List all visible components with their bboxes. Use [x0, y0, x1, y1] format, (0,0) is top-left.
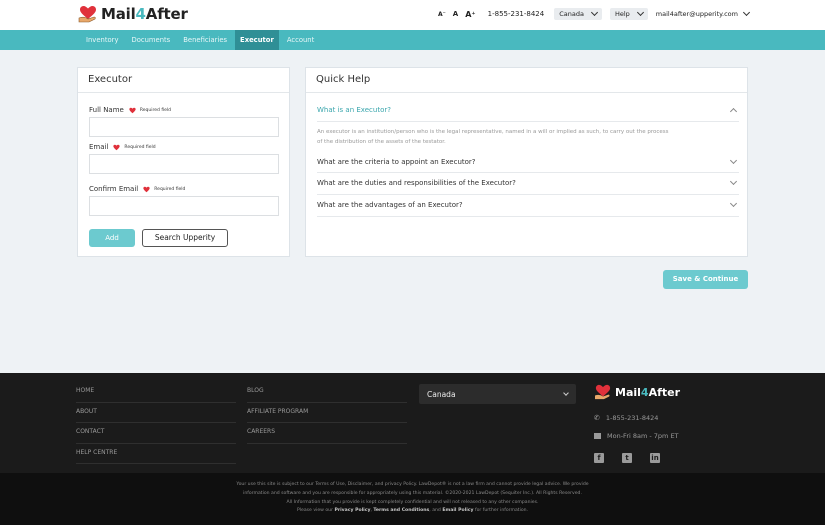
divider — [317, 172, 739, 173]
linkedin-icon[interactable]: in — [650, 453, 660, 463]
footer: HOME ABOUT CONTACT HELP CENTRE BLOG AFFI… — [0, 373, 825, 473]
footer-brand-logo[interactable]: Mail4After — [594, 384, 680, 400]
faq-question: What are the duties and responsibilities… — [317, 179, 516, 187]
email-label: Email Required field — [89, 143, 156, 151]
heart-icon — [113, 144, 121, 150]
top-header: Mail4After A⁻ A A⁺ 1-855-231-8424 Canada… — [0, 0, 825, 30]
faq-item[interactable]: What are the criteria to appoint an Exec… — [317, 156, 739, 166]
footer-link-affiliate[interactable]: AFFILIATE PROGRAM — [247, 403, 407, 423]
confirm-email-field[interactable] — [89, 196, 279, 216]
footer-link-careers[interactable]: CAREERS — [247, 423, 407, 444]
country-select-value: Canada — [559, 10, 584, 18]
divider — [317, 194, 739, 195]
required-field-note: Required field — [139, 107, 172, 113]
footer-link-about[interactable]: ABOUT — [76, 403, 236, 423]
footer-link-blog[interactable]: BLOG — [247, 382, 407, 403]
save-continue-button[interactable]: Save & Continue — [663, 270, 748, 289]
chevron-down-icon — [742, 8, 751, 17]
email-policy-link[interactable]: Email Policy — [442, 508, 473, 513]
font-size-controls: A⁻ A A⁺ — [438, 10, 476, 19]
heart-hand-logo-icon — [595, 384, 611, 400]
required-field-note: Required field — [124, 144, 156, 150]
faq-answer: An executor is an institution/person who… — [317, 129, 669, 145]
footer-country-value: Canada — [427, 389, 456, 399]
footer-link-home[interactable]: HOME — [76, 382, 236, 403]
footer-hours: Mon-Fri 8am - 7pm ET — [594, 432, 679, 440]
search-upperity-button[interactable]: Search Upperity — [142, 229, 228, 247]
footer-brand-name: Mail4After — [615, 385, 681, 399]
faq-question: What are the criteria to appoint an Exec… — [317, 158, 476, 166]
header-phone[interactable]: 1-855-231-8424 — [488, 10, 545, 18]
full-name-label: Full Name Required field — [89, 106, 172, 114]
quick-help-card: Quick Help What is an Executor? An execu… — [305, 67, 748, 257]
twitter-icon[interactable]: t — [622, 453, 632, 463]
nav-item-beneficiaries[interactable]: Beneficiaries — [178, 30, 232, 50]
faq-question: What are the advantages of an Executor? — [317, 201, 463, 209]
executor-card: Executor Full Name Required field Email … — [77, 67, 290, 257]
chevron-up-icon — [729, 107, 738, 115]
add-button[interactable]: Add — [89, 229, 135, 247]
faq-item[interactable]: What is an Executor? — [317, 106, 739, 115]
privacy-policy-link[interactable]: Privacy Policy — [334, 508, 370, 513]
confirm-email-label: Confirm Email Required field — [89, 185, 186, 193]
account-email: mail4after@upperity.com — [655, 10, 738, 18]
chevron-down-icon — [729, 156, 738, 165]
footer-links-col2: BLOG AFFILIATE PROGRAM CAREERS — [247, 382, 407, 444]
account-menu[interactable]: mail4after@upperity.com — [655, 8, 751, 18]
nav-item-executor[interactable]: Executor — [235, 30, 279, 50]
heart-hand-logo-icon — [78, 6, 96, 23]
executor-card-title: Executor — [78, 68, 289, 93]
quick-help-title: Quick Help — [306, 68, 747, 93]
nav-item-documents[interactable]: Documents — [126, 30, 175, 50]
chevron-down-icon — [636, 8, 644, 17]
font-decrease-button[interactable]: A⁻ — [438, 11, 446, 18]
divider — [317, 121, 739, 122]
terms-link[interactable]: Terms and Conditions — [373, 508, 429, 513]
phone-icon: ✆ — [594, 414, 600, 422]
building-icon — [594, 433, 601, 439]
footer-link-help-centre[interactable]: HELP CENTRE — [76, 444, 236, 464]
social-links: f t in — [594, 453, 660, 463]
help-menu-label: Help — [614, 10, 630, 18]
footer-links-col1: HOME ABOUT CONTACT HELP CENTRE — [76, 382, 236, 464]
chevron-down-icon — [729, 199, 738, 208]
country-select[interactable]: Canada — [554, 8, 602, 20]
footer-link-contact[interactable]: CONTACT — [76, 423, 236, 444]
faq-item[interactable]: What are the duties and responsibilities… — [317, 177, 739, 187]
brand-name: Mail4After — [101, 5, 188, 23]
nav-item-account[interactable]: Account — [282, 30, 319, 50]
font-increase-button[interactable]: A⁺ — [465, 10, 475, 19]
footer-country-select[interactable]: Canada — [419, 384, 576, 404]
faq-item[interactable]: What are the advantages of an Executor? — [317, 199, 739, 209]
full-name-field[interactable] — [89, 117, 279, 137]
facebook-icon[interactable]: f — [594, 453, 604, 463]
legal-notice: Your use this site is subject to our Ter… — [0, 473, 825, 525]
chevron-down-icon — [590, 8, 598, 17]
required-field-note: Required field — [154, 186, 186, 192]
heart-icon — [143, 186, 150, 192]
chevron-down-icon — [729, 177, 738, 186]
email-field[interactable] — [89, 154, 279, 174]
help-menu[interactable]: Help — [609, 8, 648, 20]
font-reset-button[interactable]: A — [453, 10, 458, 18]
nav-item-inventory[interactable]: Inventory — [81, 30, 123, 50]
chevron-down-icon — [563, 390, 569, 396]
faq-question: What is an Executor? — [317, 106, 391, 114]
brand-logo[interactable]: Mail4After — [78, 5, 188, 23]
divider — [317, 216, 739, 217]
footer-phone[interactable]: ✆ 1-855-231-8424 — [594, 414, 658, 422]
heart-icon — [129, 107, 136, 113]
main-nav: Inventory Documents Beneficiaries Execut… — [0, 30, 825, 50]
